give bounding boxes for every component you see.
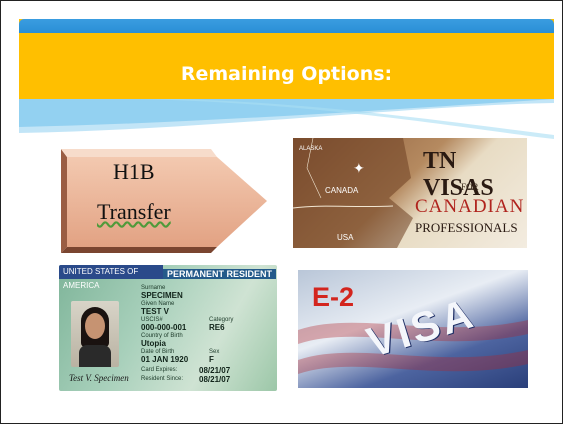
map-label-alaska: ALASKA [299,146,323,152]
surname-value: SPECIMEN [141,291,183,300]
given-name-value: TEST V [141,307,170,316]
expires-value: 08/21/07 [199,366,231,375]
birth-country-value: Utopia [141,339,166,348]
h1b-transfer-arrow: H1B Transfer [61,149,273,254]
resident-since-value: 08/21/07 [199,375,231,384]
green-card-photo [71,301,119,367]
e2-label: E-2 [312,282,355,312]
green-card-type: PERMANENT RESIDENT [163,269,277,279]
map-label-usa: USA [337,233,354,242]
category-value: RE6 [209,323,225,332]
e2-visa-image: E-2 VISA [298,270,528,388]
signature: Test V. Specimen [69,373,129,383]
tn-for-text: FOR [461,182,479,192]
dob-value: 01 JAN 1920 [141,355,189,364]
map-label-canada: CANADA [325,186,359,195]
photo-face [85,313,105,339]
header-strip [19,19,554,33]
sex-value: F [209,355,214,364]
slide-title: Remaining Options: [180,63,393,85]
slide-frame: Remaining Options: H1B Transfer ALASKA ✦… [0,0,563,424]
green-card-country: UNITED STATES OF AMERICA [59,265,163,290]
h1b-label: H1B [113,159,155,184]
tn-visas-title: TN VISAS [423,148,494,201]
tn-canadian-text: CANADIAN [415,196,525,217]
green-card-image: UNITED STATES OF AMERICA PERMANENT RESID… [59,265,277,391]
maple-leaf-icon: ✦ [353,160,365,176]
title-banner: Remaining Options: [19,19,554,99]
resident-since-label: Resident Since: [141,376,184,382]
uscis-value: 000-000-001 [141,323,187,332]
photo-body [79,345,111,367]
expires-label: Card Expires: [141,367,178,373]
tn-professionals-text: PROFESSIONALS [415,220,518,235]
tn-visa-image: ALASKA ✦ CANADA USA TN VISAS FOR CANADIA… [293,138,527,248]
transfer-label: Transfer [97,199,171,224]
